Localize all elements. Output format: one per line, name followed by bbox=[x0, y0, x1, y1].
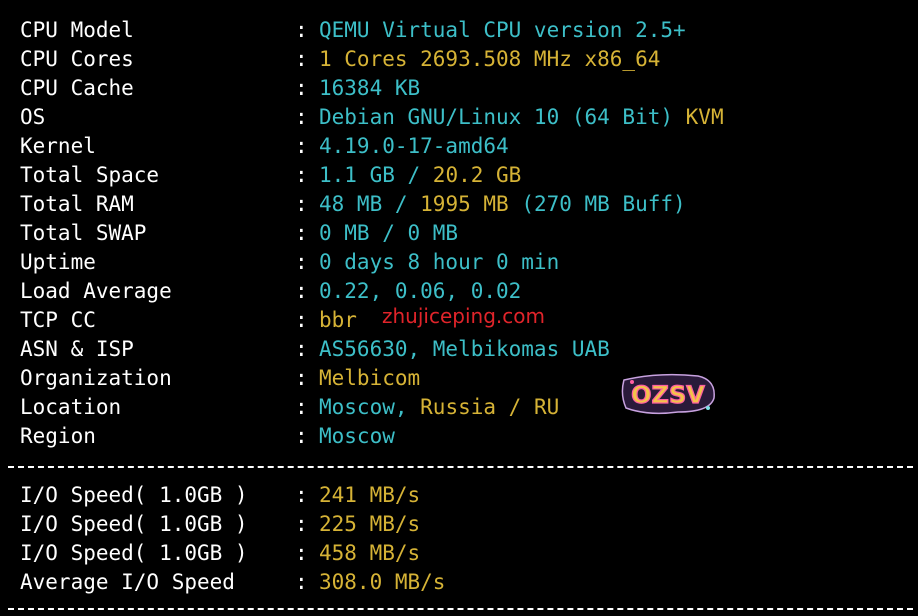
value-segment: 1995 MB bbox=[420, 192, 509, 216]
row-label: I/O Speed( 1.0GB ) bbox=[20, 483, 248, 507]
row-separator: : bbox=[295, 483, 308, 507]
row-separator: : bbox=[295, 47, 308, 71]
row-label: TCP CC bbox=[20, 308, 96, 332]
row-separator: : bbox=[295, 250, 308, 274]
value-segment: 0 days 8 hour 0 min bbox=[319, 250, 560, 274]
row-separator: : bbox=[295, 18, 308, 42]
row-separator: : bbox=[295, 424, 308, 448]
row-label: CPU Cores bbox=[20, 47, 134, 71]
value-segment: 1 Cores 2693.508 MHz x86_64 bbox=[319, 47, 661, 71]
value-segment: 20.2 GB bbox=[432, 163, 522, 187]
row-separator: : bbox=[295, 105, 308, 129]
row-value: Moscow bbox=[319, 422, 395, 451]
row-label: Uptime bbox=[20, 250, 96, 274]
value-segment: 308.0 MB/s bbox=[319, 570, 446, 594]
row-value: Melbicom bbox=[319, 364, 420, 393]
row-separator: : bbox=[295, 163, 308, 187]
value-segment: bbr bbox=[319, 308, 357, 332]
row-separator: : bbox=[295, 541, 308, 565]
row-value: 225 MB/s bbox=[319, 510, 420, 539]
value-segment: 4.19.0-17-amd64 bbox=[319, 134, 509, 158]
value-segment: 16384 KB bbox=[319, 76, 421, 100]
row-label: Average I/O Speed bbox=[20, 570, 235, 594]
value-segment: 0.22, 0.06, 0.02 bbox=[319, 279, 522, 303]
ozsv-logo-icon: OZSV bbox=[621, 373, 715, 415]
row-value: QEMU Virtual CPU version 2.5+ bbox=[319, 16, 686, 45]
row-label: CPU Cache bbox=[20, 76, 134, 100]
row-value: 48 MB / 1995 MB (270 MB Buff) bbox=[319, 190, 686, 219]
row-value: 308.0 MB/s bbox=[319, 568, 445, 597]
row-label: Total SWAP bbox=[20, 221, 147, 245]
row-value: 16384 KB bbox=[319, 74, 420, 103]
value-segment: Moscow, bbox=[319, 395, 421, 419]
row-value: 0 MB / 0 MB bbox=[319, 219, 458, 248]
row-value: 458 MB/s bbox=[319, 539, 420, 568]
row-label: Kernel bbox=[20, 134, 96, 158]
row-separator: : bbox=[295, 570, 308, 594]
value-segment: 0 MB / 0 MB bbox=[319, 221, 459, 245]
row-value: Debian GNU/Linux 10 (64 Bit) KVM bbox=[319, 103, 724, 132]
value-segment: 241 MB/s bbox=[319, 483, 421, 507]
value-segment: 48 MB / bbox=[319, 192, 421, 216]
row-label: ASN & ISP bbox=[20, 337, 134, 361]
value-segment: QEMU Virtual CPU version 2.5+ bbox=[319, 18, 686, 42]
row-separator: : bbox=[295, 366, 308, 390]
row-label: Location bbox=[20, 395, 122, 419]
row-separator: : bbox=[295, 512, 308, 536]
row-value: 0 days 8 hour 0 min bbox=[319, 248, 559, 277]
row-value: 1.1 GB / 20.2 GB bbox=[319, 161, 521, 190]
row-label: I/O Speed( 1.0GB ) bbox=[20, 512, 248, 536]
watermark-site-text: zhujiceping.com bbox=[382, 304, 545, 328]
row-label: Total RAM bbox=[20, 192, 134, 216]
section-divider-top bbox=[8, 466, 913, 468]
row-label: Total Space bbox=[20, 163, 160, 187]
value-segment: KVM bbox=[685, 105, 724, 129]
row-label: I/O Speed( 1.0GB ) bbox=[20, 541, 248, 565]
row-value: AS56630, Melbikomas UAB bbox=[319, 335, 610, 364]
value-segment: 1.1 GB / bbox=[319, 163, 433, 187]
row-separator: : bbox=[295, 134, 308, 158]
row-separator: : bbox=[295, 221, 308, 245]
section-divider-bottom bbox=[8, 608, 913, 610]
row-label: CPU Model bbox=[20, 18, 134, 42]
value-segment: 458 MB/s bbox=[319, 541, 421, 565]
row-separator: : bbox=[295, 76, 308, 100]
value-segment: Melbicom bbox=[319, 366, 421, 390]
row-value: bbr bbox=[319, 306, 357, 335]
value-segment: Moscow bbox=[319, 424, 395, 448]
value-segment: Debian GNU/Linux 10 (64 Bit) bbox=[319, 105, 686, 129]
terminal-window: CPU Model: QEMU Virtual CPU version 2.5+ C… bbox=[0, 0, 918, 616]
row-value: Moscow, Russia / RU bbox=[319, 393, 559, 422]
row-value: 4.19.0-17-amd64 bbox=[319, 132, 509, 161]
value-segment: (270 MB Buff) bbox=[508, 192, 686, 216]
row-label: OS bbox=[20, 105, 46, 129]
row-separator: : bbox=[295, 192, 308, 216]
row-separator: : bbox=[295, 308, 308, 332]
row-separator: : bbox=[295, 337, 308, 361]
logo-text: OZSV bbox=[631, 381, 705, 409]
row-label: Region bbox=[20, 424, 96, 448]
row-value: 241 MB/s bbox=[319, 481, 420, 510]
row-value: 0.22, 0.06, 0.02 bbox=[319, 277, 521, 306]
row-label: Organization bbox=[20, 366, 172, 390]
row-value: 1 Cores 2693.508 MHz x86_64 bbox=[319, 45, 660, 74]
row-separator: : bbox=[295, 395, 308, 419]
value-segment: AS56630, Melbikomas UAB bbox=[319, 337, 610, 361]
value-segment: Russia / RU bbox=[420, 395, 560, 419]
row-label: Load Average bbox=[20, 279, 172, 303]
row-separator: : bbox=[295, 279, 308, 303]
value-segment: 225 MB/s bbox=[319, 512, 421, 536]
